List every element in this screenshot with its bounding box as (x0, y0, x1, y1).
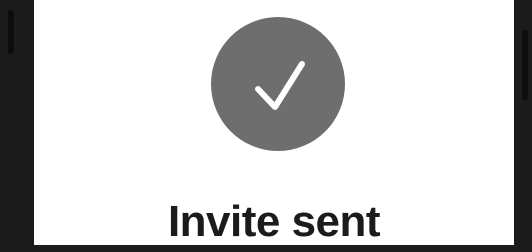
device-side-button (8, 10, 14, 54)
device-power-button (522, 30, 528, 100)
confirmation-title: Invite sent (167, 197, 381, 246)
invite-confirmation-screen: Invite sent (34, 0, 514, 246)
device-frame: Invite sent (0, 0, 532, 246)
success-badge (211, 17, 345, 151)
checkmark-icon (255, 61, 305, 110)
